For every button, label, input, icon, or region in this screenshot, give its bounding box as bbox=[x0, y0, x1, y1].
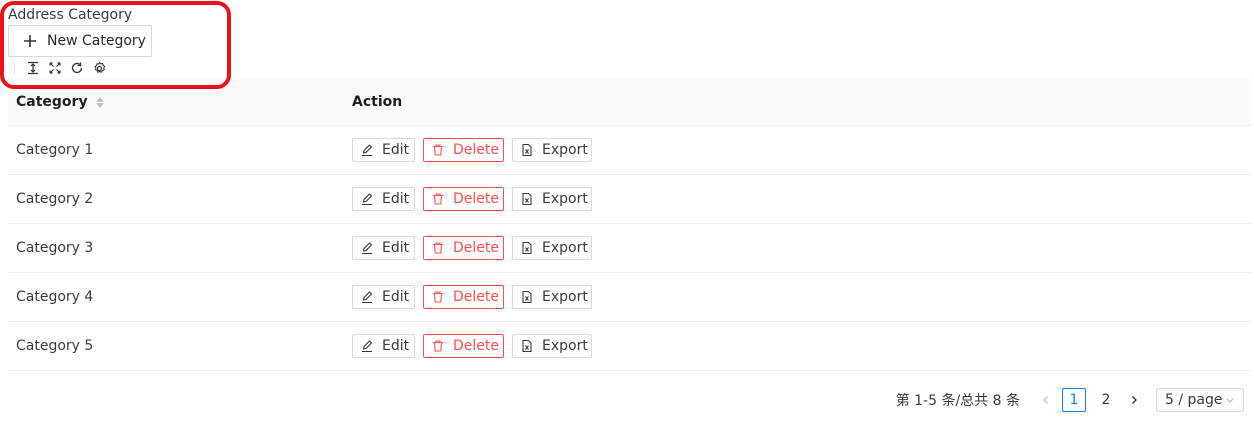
pagination: 第 1-5 条/总共 8 条 1 2 5 / page bbox=[896, 388, 1244, 412]
export-icon bbox=[520, 339, 534, 353]
delete-button[interactable]: Delete bbox=[423, 236, 504, 260]
reload-icon[interactable] bbox=[69, 60, 85, 76]
edit-button[interactable]: Edit bbox=[352, 334, 415, 358]
action-cell: Edit Delete Export bbox=[344, 187, 600, 211]
pagination-total: 第 1-5 条/总共 8 条 bbox=[895, 393, 1020, 409]
edit-icon bbox=[360, 192, 374, 206]
action-cell: Edit Delete Export bbox=[344, 138, 600, 162]
table-row: Category 2 Edit Delete Export bbox=[8, 175, 1251, 224]
export-icon bbox=[520, 290, 534, 304]
column-height-icon[interactable] bbox=[25, 60, 41, 76]
export-button[interactable]: Export bbox=[512, 334, 592, 358]
delete-icon bbox=[431, 192, 445, 206]
export-button[interactable]: Export bbox=[512, 236, 592, 260]
column-header-action: Action bbox=[352, 94, 403, 110]
export-icon bbox=[520, 241, 534, 255]
action-cell: Edit Delete Export bbox=[344, 334, 600, 358]
edit-button[interactable]: Edit bbox=[352, 285, 415, 309]
new-category-label: New Category bbox=[47, 33, 146, 49]
category-table: Category Action Category 1 Edit Delete E… bbox=[8, 79, 1251, 371]
table-row: Category 3 Edit Delete Export bbox=[8, 224, 1251, 273]
export-button[interactable]: Export bbox=[512, 187, 592, 211]
next-page-icon[interactable] bbox=[1122, 388, 1146, 412]
table-toolbar bbox=[14, 59, 113, 77]
edit-icon bbox=[360, 241, 374, 255]
table-header: Category Action bbox=[8, 79, 1251, 126]
chevron-down-icon bbox=[1226, 398, 1234, 403]
category-cell: Category 2 bbox=[16, 191, 94, 207]
category-cell: Category 3 bbox=[16, 240, 94, 256]
edit-button[interactable]: Edit bbox=[352, 138, 415, 162]
plus-icon bbox=[23, 34, 37, 48]
fullscreen-icon[interactable] bbox=[47, 60, 63, 76]
edit-icon bbox=[360, 339, 374, 353]
category-cell: Category 4 bbox=[16, 289, 94, 305]
delete-button[interactable]: Delete bbox=[423, 187, 504, 211]
toolbar-divider bbox=[14, 60, 15, 76]
page-item-2[interactable]: 2 bbox=[1094, 388, 1118, 412]
table-row: Category 5 Edit Delete Export bbox=[8, 322, 1251, 371]
table-row: Category 4 Edit Delete Export bbox=[8, 273, 1251, 322]
column-header-category[interactable]: Category bbox=[8, 94, 344, 110]
new-category-button[interactable]: New Category bbox=[8, 25, 152, 57]
delete-icon bbox=[431, 339, 445, 353]
prev-page-icon[interactable] bbox=[1034, 388, 1058, 412]
category-cell: Category 1 bbox=[16, 142, 94, 158]
export-button[interactable]: Export bbox=[512, 285, 592, 309]
export-icon bbox=[520, 192, 534, 206]
action-cell: Edit Delete Export bbox=[344, 285, 600, 309]
delete-button[interactable]: Delete bbox=[423, 334, 504, 358]
delete-button[interactable]: Delete bbox=[423, 138, 504, 162]
table-row: Category 1 Edit Delete Export bbox=[8, 126, 1251, 175]
export-icon bbox=[520, 143, 534, 157]
page-size-select[interactable]: 5 / page bbox=[1156, 388, 1244, 412]
delete-icon bbox=[431, 241, 445, 255]
page-item-1[interactable]: 1 bbox=[1062, 388, 1086, 412]
delete-icon bbox=[431, 143, 445, 157]
export-button[interactable]: Export bbox=[512, 138, 592, 162]
settings-icon[interactable] bbox=[91, 60, 107, 76]
action-cell: Edit Delete Export bbox=[344, 236, 600, 260]
edit-icon bbox=[360, 290, 374, 304]
edit-icon bbox=[360, 143, 374, 157]
category-cell: Category 5 bbox=[16, 338, 94, 354]
delete-icon bbox=[431, 290, 445, 304]
delete-button[interactable]: Delete bbox=[423, 285, 504, 309]
edit-button[interactable]: Edit bbox=[352, 187, 415, 211]
sort-icon[interactable] bbox=[95, 96, 104, 108]
edit-button[interactable]: Edit bbox=[352, 236, 415, 260]
table-body: Category 1 Edit Delete Export Category 2… bbox=[8, 126, 1251, 371]
page-title: Address Category bbox=[8, 7, 133, 23]
